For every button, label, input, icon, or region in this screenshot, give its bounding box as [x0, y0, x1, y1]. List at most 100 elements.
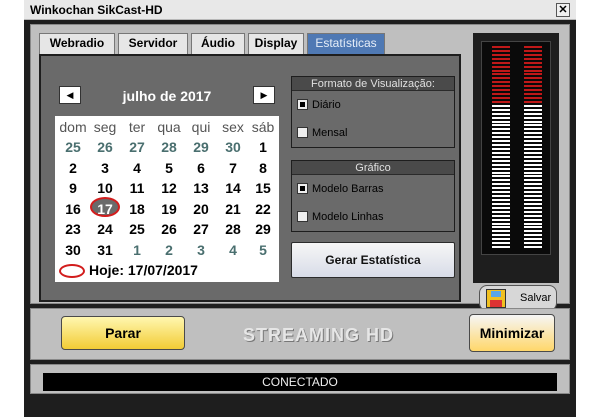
option-diario[interactable]: Diário [297, 99, 341, 111]
calendar-day[interactable]: 27 [121, 139, 153, 155]
vu-meter-segment [492, 191, 510, 194]
calendar-day[interactable]: 26 [153, 221, 185, 237]
vu-meter-segment [492, 230, 510, 233]
chevron-left-icon[interactable]: ◀ [59, 86, 81, 104]
calendar-day[interactable]: 28 [217, 221, 249, 237]
option-modelo-barras[interactable]: Modelo Barras [297, 183, 384, 195]
calendar-day[interactable]: 6 [185, 160, 217, 176]
calendar-day[interactable]: 3 [185, 242, 217, 258]
calendar-day[interactable]: 29 [185, 139, 217, 155]
checkbox-diario[interactable] [297, 99, 308, 110]
vu-meter-segment [492, 179, 510, 182]
calendar-day[interactable]: 31 [89, 242, 121, 258]
calendar-day[interactable]: 1 [121, 242, 153, 258]
calendar-day[interactable]: 18 [121, 201, 153, 217]
option-modelo-linhas[interactable]: Modelo Linhas [297, 211, 384, 223]
vu-meter-segment [492, 108, 510, 111]
chart-group: Gráfico Modelo Barras Modelo Linhas [291, 160, 455, 232]
calendar-day[interactable]: 28 [153, 139, 185, 155]
calendar-day[interactable]: 8 [247, 160, 279, 176]
vu-meter-segment [492, 159, 510, 162]
today-marker-icon [59, 264, 85, 278]
calendar-day[interactable]: 10 [89, 180, 121, 196]
vu-meter-segment [492, 183, 510, 186]
tab-display[interactable]: Display [248, 33, 304, 54]
calendar-day[interactable]: 16 [57, 201, 89, 217]
vu-meter-segment [492, 242, 510, 245]
calendar-day[interactable]: 30 [217, 139, 249, 155]
calendar-day[interactable]: 11 [121, 180, 153, 196]
calendar-day[interactable]: 9 [57, 180, 89, 196]
vu-meter-segment [524, 97, 542, 99]
calendar-day[interactable]: 3 [89, 160, 121, 176]
tab-servidor[interactable]: Servidor [118, 33, 188, 54]
vu-meter-segment [492, 97, 510, 99]
calendar-day[interactable]: 23 [57, 221, 89, 237]
calendar-day[interactable]: 4 [217, 242, 249, 258]
vu-meter-left [492, 46, 510, 250]
vu-meter-segment [492, 46, 510, 48]
vu-meter-segment [492, 175, 510, 178]
calendar-day[interactable]: 7 [217, 160, 249, 176]
calendar-day[interactable]: 27 [185, 221, 217, 237]
calendar-day[interactable]: 12 [153, 180, 185, 196]
vu-meter-segment [524, 187, 542, 190]
tab-audio[interactable]: Áudio [191, 33, 245, 54]
today-label[interactable]: Hoje: 17/07/2017 [89, 262, 198, 278]
calendar-day[interactable]: 25 [121, 221, 153, 237]
checkbox-mensal[interactable] [297, 127, 308, 138]
vu-meter-segment [492, 210, 510, 213]
checkbox-modelo-linhas[interactable] [297, 211, 308, 222]
calendar-day[interactable]: 29 [247, 221, 279, 237]
vu-meter-segment [524, 108, 542, 111]
calendar-day[interactable]: 30 [57, 242, 89, 258]
vu-meter-segment [524, 226, 542, 229]
calendar-day[interactable]: 21 [217, 201, 249, 217]
vu-meter-segment [524, 49, 542, 52]
vu-meter-segment [524, 206, 542, 209]
format-group: Formato de Visualização: Diário Mensal [291, 76, 455, 148]
vu-meter-segment [492, 195, 510, 198]
vu-meter-segment [492, 148, 510, 150]
calendar-day[interactable]: 1 [247, 139, 279, 155]
calendar-day[interactable]: 14 [217, 180, 249, 196]
vu-meter-segment [524, 73, 542, 76]
tab-estatisticas[interactable]: Estatísticas [307, 33, 385, 54]
stop-button[interactable]: Parar [61, 316, 185, 350]
chevron-right-icon[interactable]: ▶ [253, 86, 275, 104]
weekday-header: seg [93, 119, 117, 135]
vu-meter-segment [524, 85, 542, 88]
calendar-day[interactable]: 24 [89, 221, 121, 237]
calendar-day[interactable]: 25 [57, 139, 89, 155]
calendar-day[interactable]: 4 [121, 160, 153, 176]
calendar-month: julho de 2017 [122, 88, 212, 104]
vu-meter-segment [492, 77, 510, 80]
generate-statistics-button[interactable]: Gerar Estatística [291, 242, 455, 278]
vu-meter-segment [492, 120, 510, 123]
vu-meter [481, 41, 551, 255]
vu-meter-segment [524, 69, 542, 72]
option-mensal[interactable]: Mensal [297, 127, 347, 139]
vu-meter-segment [524, 163, 542, 166]
main-area: Webradio Servidor Áudio Display Estatíst… [30, 24, 570, 311]
calendar-day[interactable]: 5 [153, 160, 185, 176]
calendar-day[interactable]: 2 [153, 242, 185, 258]
minimize-button[interactable]: Minimizar [469, 314, 555, 352]
vu-meter-segment [492, 222, 510, 225]
vu-meter-segment [492, 89, 510, 92]
close-icon[interactable]: ✕ [556, 3, 570, 17]
tab-webradio[interactable]: Webradio [39, 33, 115, 54]
vu-meter-segment [524, 183, 542, 186]
checkbox-modelo-barras[interactable] [297, 183, 308, 194]
calendar-day[interactable]: 5 [247, 242, 279, 258]
title-bar[interactable]: Winkochan SikCast-HD ✕ [24, 0, 576, 20]
calendar-day[interactable]: 26 [89, 139, 121, 155]
calendar-day[interactable]: 22 [247, 201, 279, 217]
calendar-day[interactable]: 2 [57, 160, 89, 176]
calendar-day[interactable]: 19 [153, 201, 185, 217]
vu-meter-segment [492, 171, 510, 174]
calendar-day[interactable]: 20 [185, 201, 217, 217]
calendar-day[interactable]: 13 [185, 180, 217, 196]
calendar-day[interactable]: 15 [247, 180, 279, 196]
calendar-day[interactable]: 17 [89, 201, 121, 217]
